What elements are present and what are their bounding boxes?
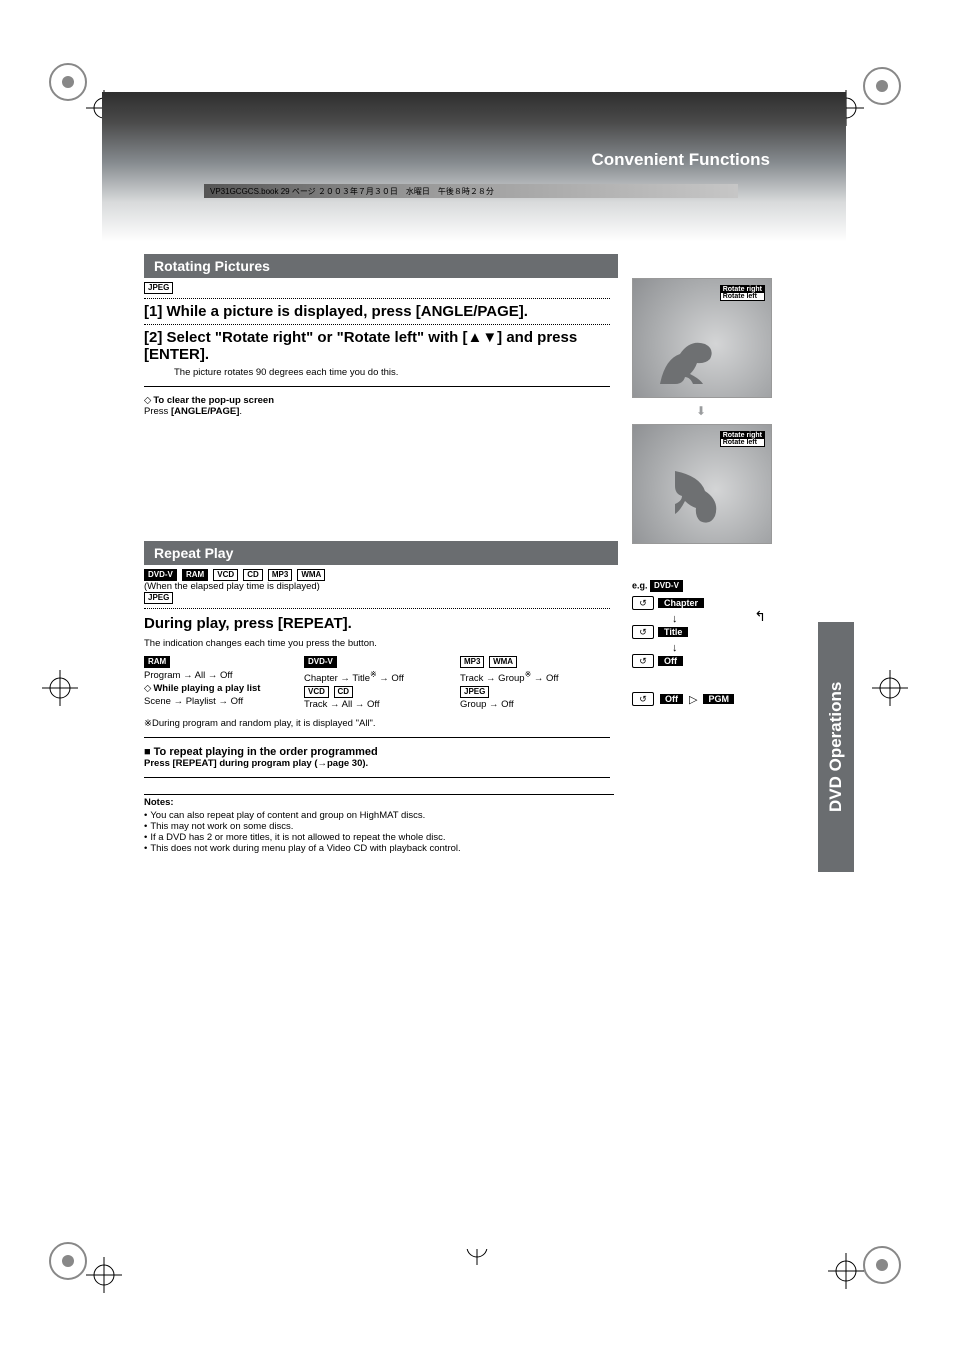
- note-item: If a DVD has 2 or more titles, it is not…: [144, 832, 614, 843]
- crop-mark-icon: [858, 1241, 906, 1289]
- clear-popup: To clear the pop-up screen Press [ANGLE/…: [144, 395, 770, 417]
- divider: [144, 737, 610, 738]
- main-content: Rotating Pictures JPEG [1] While a pictu…: [144, 240, 770, 856]
- up-down-icon: ▲▼: [467, 329, 497, 346]
- repeat-ordered-head: To repeat playing in the order programme…: [154, 746, 378, 758]
- jpeg-sequence: Group → Off: [460, 699, 514, 710]
- disc-tag-dvdv: DVD-V: [304, 656, 337, 668]
- disc-tag-jpeg: JPEG: [144, 282, 173, 294]
- repeat-modes-grid: RAM Program → All → Off While playing a …: [144, 655, 614, 711]
- disc-tag-ram: RAM: [144, 656, 170, 668]
- elapsed-note: (When the elapsed play time is displayed…: [144, 581, 770, 592]
- disc-tag-cd: CD: [334, 686, 354, 698]
- notes-heading: Notes:: [144, 794, 614, 808]
- disc-tag-wma: WMA: [489, 656, 517, 668]
- clear-popup-a: Press: [144, 406, 171, 417]
- square-icon: [144, 746, 154, 758]
- footnote-mark: ※: [370, 670, 377, 679]
- manual-page: VP31GCGCS.book 29 ページ ２００３年７月３０日 水曜日 午後８…: [0, 0, 954, 1351]
- disc-tag-vcd: VCD: [304, 686, 329, 698]
- crop-mark-icon: [44, 1237, 92, 1285]
- mp3-seq-a: Track → Group: [460, 673, 525, 684]
- disc-tag-mp3: MP3: [268, 569, 292, 581]
- divider: [144, 777, 610, 778]
- side-tab: DVD Operations: [818, 622, 854, 872]
- divider: [144, 608, 610, 609]
- note-item: You can also repeat play of content and …: [144, 810, 614, 821]
- disc-tag-jpeg: JPEG: [144, 592, 173, 604]
- col-dvdv-vcd-cd: DVD-V Chapter → Title※ → Off VCD CD Trac…: [304, 655, 456, 711]
- step-2: [2] Select "Rotate right" or "Rotate lef…: [144, 329, 610, 363]
- clear-popup-head: To clear the pop-up screen: [153, 395, 274, 406]
- note-item: This may not work on some discs.: [144, 821, 614, 832]
- repeat-ordered-body: Press [REPEAT] during program play (→pag…: [144, 758, 770, 769]
- repeat-ordered-body-text: Press [REPEAT] during program play (→pag…: [144, 758, 368, 769]
- notes-block: Notes: You can also repeat play of conte…: [144, 794, 614, 854]
- registration-mark-icon: [86, 1257, 122, 1293]
- divider: [144, 324, 610, 325]
- crop-mark-icon: [858, 62, 906, 110]
- col-mp3-wma-jpeg: MP3 WMA Track → Group※ → Off JPEG Group …: [460, 655, 616, 711]
- section-heading-repeat: Repeat Play: [144, 541, 618, 565]
- step-2-note: The picture rotates 90 degrees each time…: [174, 367, 770, 378]
- disc-tag-dvdv: DVD-V: [144, 569, 177, 581]
- disc-tag-jpeg: JPEG: [460, 686, 489, 698]
- registration-mark-icon: [872, 670, 908, 706]
- page-section-title: Convenient Functions: [592, 150, 771, 170]
- disc-tag-ram: RAM: [182, 569, 208, 581]
- vcd-cd-sequence: Track → All → Off: [304, 699, 380, 710]
- step-1: [1] While a picture is displayed, press …: [144, 303, 610, 320]
- playlist-head: While playing a play list: [153, 683, 260, 694]
- footnote: ※During program and random play, it is d…: [144, 718, 770, 729]
- dvdv-seq-b: → Off: [377, 673, 404, 684]
- page-body: VP31GCGCS.book 29 ページ ２００３年７月３０日 水曜日 午後８…: [102, 92, 846, 1249]
- diamond-icon: [144, 683, 153, 694]
- divider: [144, 386, 610, 387]
- playlist-sequence: Scene → Playlist → Off: [144, 696, 243, 707]
- file-header-text: VP31GCGCS.book 29 ページ ２００３年７月３０日 水曜日 午後８…: [210, 186, 494, 197]
- repeat-ordered: To repeat playing in the order programme…: [144, 746, 770, 758]
- clear-popup-key: [ANGLE/PAGE]: [171, 406, 239, 417]
- registration-mark-icon: [828, 1253, 864, 1289]
- registration-mark-icon: [42, 670, 78, 706]
- step-2-text-a: [2] Select "Rotate right" or "Rotate lef…: [144, 329, 467, 346]
- disc-tag-wma: WMA: [297, 569, 325, 581]
- mp3-seq-b: → Off: [531, 673, 558, 684]
- dvdv-seq-a: Chapter → Title: [304, 673, 370, 684]
- clear-popup-c: .: [239, 406, 242, 417]
- note-item: This does not work during menu play of a…: [144, 843, 614, 854]
- indication-note: The indication changes each time you pre…: [144, 638, 770, 649]
- ram-sequence: Program → All → Off: [144, 670, 233, 681]
- col-ram: RAM Program → All → Off While playing a …: [144, 655, 300, 711]
- disc-tag-vcd: VCD: [213, 569, 238, 581]
- section-heading-rotating: Rotating Pictures: [144, 254, 618, 278]
- divider: [144, 298, 610, 299]
- disc-tag-mp3: MP3: [460, 656, 484, 668]
- during-play-heading: During play, press [REPEAT].: [144, 615, 770, 632]
- crop-mark-icon: [44, 58, 92, 106]
- diamond-icon: [144, 395, 153, 406]
- disc-tag-cd: CD: [243, 569, 263, 581]
- disc-tags-row: DVD-V RAM VCD CD MP3 WMA: [144, 569, 770, 581]
- file-header: VP31GCGCS.book 29 ページ ２００３年７月３０日 水曜日 午後８…: [204, 184, 738, 198]
